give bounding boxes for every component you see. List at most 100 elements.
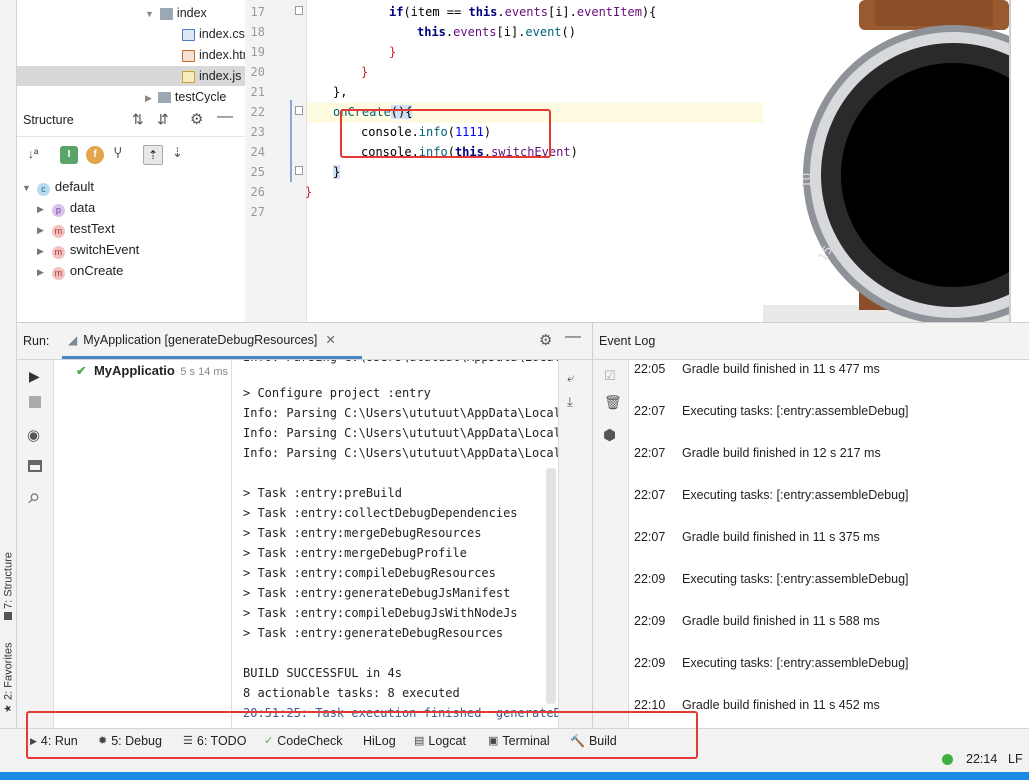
structure-node-switchevent[interactable]: ▶ m switchEvent [37, 239, 139, 260]
fold-marker-icon[interactable] [295, 106, 303, 115]
event-log-entry: 22:07 Gradle build finished in 11 s 375 m… [629, 528, 1029, 548]
highlight-console-code [340, 109, 551, 158]
gradle-icon: ◢ [68, 332, 78, 347]
class-icon: c [36, 183, 50, 196]
close-icon[interactable]: ✕ [325, 332, 335, 347]
event-message: Executing tasks: [:entry:assembleDebug] [682, 404, 909, 418]
highlight-tool-bar [26, 711, 698, 759]
console-line: Info: Parsing C:\Users\ututuut\AppData\L… [243, 446, 558, 460]
structure-header: Structure ⇅ ⇵ ⚙ — [17, 103, 245, 137]
folder-icon [157, 91, 171, 103]
tree-item-index-folder[interactable]: ▼ index [145, 3, 207, 23]
console-side-toolbar: ⤶ ⤓ [558, 360, 592, 728]
event-message: Gradle build finished in 11 s 452 ms [682, 698, 880, 712]
favorites-side-tab[interactable]: ★ 2: Favorites [1, 632, 16, 714]
event-time: 22:09 [634, 572, 666, 586]
run-tab[interactable]: ◢ MyApplication [generateDebugResources]… [62, 323, 362, 359]
code-line-19: } [389, 45, 397, 59]
console-line: Info: Parsing C:\Users\ututuut\AppData\L… [243, 426, 558, 440]
tree-item-index-html[interactable]: index.html [182, 45, 245, 65]
structure-node-testtext[interactable]: ▶ m testText [37, 218, 115, 239]
eye-icon[interactable]: ◉ [27, 426, 40, 444]
run-tab-title: MyApplication [generateDebugResources] [83, 332, 318, 347]
code-editor[interactable] [245, 0, 763, 322]
status-indicator-icon [942, 754, 953, 765]
pin-icon[interactable]: ⚲ [23, 489, 43, 508]
run-side-toolbar: ▶ ◉ ⚲ [17, 360, 54, 728]
structure-side-tab[interactable]: 7: Structure [1, 530, 16, 620]
console-line: > Task :entry:generateDebugResources [243, 626, 504, 640]
console-line: > Task :entry:preBuild [243, 486, 402, 500]
rerun-icon[interactable]: ▶ [29, 368, 40, 385]
event-log-header: Event Log [592, 322, 1029, 360]
expand-arrow-icon: ▶ [145, 93, 152, 103]
event-time: 22:07 [634, 530, 666, 544]
console-line: > Task :entry:collectDebugDependencies [243, 506, 518, 520]
event-message: Gradle build finished in 11 s 477 ms [682, 362, 880, 376]
code-line-25: } [333, 165, 341, 179]
tree-item-testcycle-folder[interactable]: ▶ testCycle [145, 87, 226, 103]
event-log-list: 22:05 Gradle build finished in 11 s 477 m… [629, 360, 1029, 728]
code-line-21: }, [333, 85, 348, 99]
dial-mark-10: 10 [800, 173, 814, 188]
code-line-17: if(item == this.events[i].eventItem){ [389, 5, 657, 19]
soft-wrap-icon[interactable]: ⤶ [567, 370, 574, 386]
settings-icon[interactable]: ⬢ [603, 426, 616, 444]
sort-alpha-icon[interactable]: ↓ª [28, 147, 38, 161]
autoscroll-from-source-icon[interactable]: ⇣ [172, 145, 183, 161]
run-tree-item[interactable]: ✔ MyApplicatio 5 s 14 ms [76, 361, 228, 381]
code-line-18: this.events[i].event() [417, 25, 576, 39]
event-log-title: Event Log [599, 334, 656, 348]
gear-icon[interactable]: ⚙ [539, 331, 552, 349]
stop-icon[interactable] [29, 396, 41, 408]
run-tree: ✔ MyApplicatio 5 s 14 ms [54, 360, 232, 728]
method-icon: m [51, 267, 65, 280]
structure-root[interactable]: ▼ c default [22, 176, 94, 197]
fold-marker-icon[interactable] [295, 6, 303, 15]
run-console[interactable]: Info: Parsing C:\Users\ututuut\AppData\L… [232, 360, 558, 728]
event-time: 22:07 [634, 446, 666, 460]
event-message: Executing tasks: [:entry:assembleDebug] [682, 656, 909, 670]
console-line: Info: Parsing C:\Users\ututuut\AppData\L… [243, 406, 558, 420]
structure-icon [4, 612, 13, 620]
scroll-to-end-icon[interactable]: ⤓ [567, 394, 573, 410]
structure-node-data[interactable]: ▶ p data [37, 197, 95, 218]
console-scrollbar[interactable] [546, 468, 556, 704]
run-label: Run: [23, 334, 50, 348]
console-line: > Task :entry:compileDebugResources [243, 566, 496, 580]
project-tree: ▼index index.css index.html index.js ▶te… [17, 0, 245, 103]
minimize-icon[interactable]: — [565, 328, 581, 346]
fold-marker-icon[interactable] [295, 166, 303, 175]
structure-tree: ▼ c default ▶ p data ▶ m testText ▶ m switchEven… [17, 173, 245, 323]
layout-icon[interactable] [28, 460, 42, 472]
checkmark-icon: ✔ [76, 364, 87, 378]
run-panel-header: Run: ◢ MyApplication [generateDebugResou… [17, 322, 592, 360]
expand-arrow-icon: ▶ [37, 246, 44, 256]
structure-node-oncreate[interactable]: ▶ m onCreate [37, 260, 123, 281]
event-log-entry: 22:07 Executing tasks: [:entry:assembleDe… [629, 402, 1029, 422]
line-separator[interactable]: LF [1008, 752, 1023, 766]
expand-all-icon[interactable]: ⇅ [132, 111, 144, 128]
gear-icon[interactable]: ⚙ [190, 110, 203, 128]
filter-icon[interactable]: Ⴤ [114, 146, 122, 162]
event-log-entry: 22:07 Executing tasks: [:entry:assembleDe… [629, 486, 1029, 506]
console-line: > Task :entry:generateDebugJsManifest [243, 586, 511, 600]
status-clock: 22:14 [966, 752, 998, 766]
method-icon: m [51, 225, 65, 238]
collapse-all-icon[interactable]: ⇵ [157, 111, 169, 128]
trash-icon[interactable]: 🗑 [604, 394, 622, 411]
mark-read-icon[interactable]: ☑ [604, 368, 616, 384]
tree-item-index-js[interactable]: index.js [17, 66, 245, 86]
changed-lines-marker [290, 100, 292, 182]
minimize-icon[interactable]: — [217, 108, 233, 126]
event-log-side-toolbar: ☑ 🗑 ⬢ [592, 360, 629, 728]
tree-item-index-css[interactable]: index.css [182, 24, 245, 44]
console-line: > Task :entry:compileDebugJsWithNodeJs [243, 606, 518, 620]
autoscroll-to-source-icon[interactable]: ⇡ [143, 145, 163, 165]
console-line: > Configure project :entry [243, 386, 431, 400]
event-message: Gradle build finished in 12 s 217 ms [682, 446, 881, 460]
show-fields-icon[interactable]: f [86, 146, 104, 164]
event-time: 22:09 [634, 656, 666, 670]
event-time: 22:07 [634, 404, 666, 418]
show-inherited-icon[interactable]: I [60, 146, 78, 164]
